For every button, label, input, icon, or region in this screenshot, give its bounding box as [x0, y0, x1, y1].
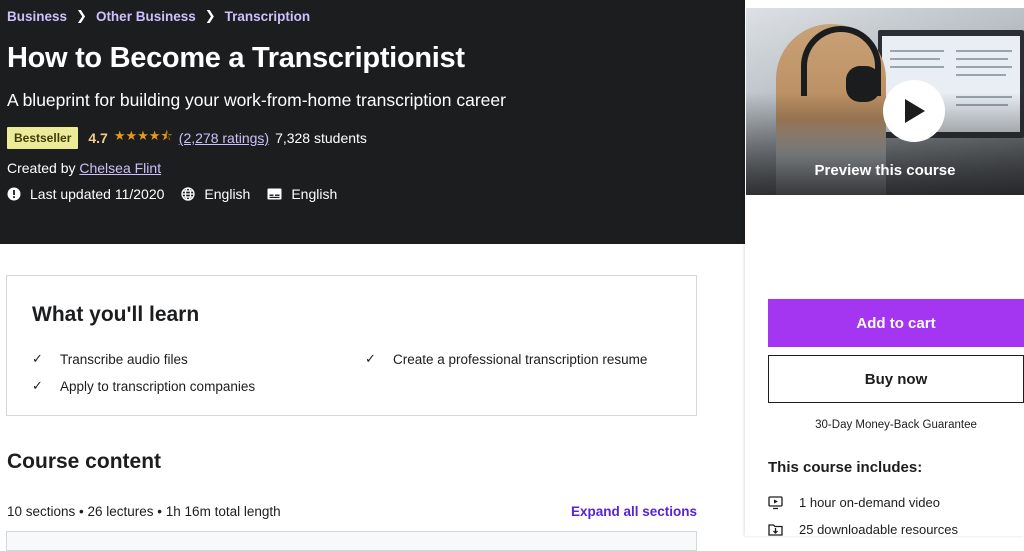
play-button[interactable] — [883, 80, 945, 142]
purchase-sidebar: Preview this course Add to cart Buy now … — [745, 0, 1024, 537]
course-section-row[interactable] — [6, 531, 697, 551]
breadcrumb-business[interactable]: Business — [7, 9, 67, 24]
preview-course-label: Preview this course — [814, 162, 956, 179]
money-back-guarantee: 30-Day Money-Back Guarantee — [815, 419, 977, 431]
learn-title: What you'll learn — [32, 303, 200, 326]
rating-value: 4.7 — [88, 130, 108, 146]
chevron-right-icon: ❯ — [76, 8, 87, 23]
rating-row: Bestseller 4.7 ★★★★⯪ (2,278 ratings) 7,3… — [7, 127, 367, 149]
instructor-link[interactable]: Chelsea Flint — [79, 160, 161, 176]
includes-item: 25 downloadable resources — [768, 516, 958, 543]
star-rating-icon: ★★★★⯪ — [113, 128, 173, 143]
check-icon: ✓ — [32, 378, 43, 393]
buy-now-button[interactable]: Buy now — [768, 355, 1024, 403]
check-icon: ✓ — [32, 351, 43, 366]
learn-item: ✓ Create a professional transcription re… — [365, 351, 648, 367]
last-updated: Last updated 11/2020 — [7, 186, 164, 202]
course-content-summary: 10 sections • 26 lectures • 1h 16m total… — [7, 504, 281, 519]
chevron-right-icon: ❯ — [204, 8, 216, 23]
learn-item: ✓ Transcribe audio files — [32, 351, 188, 367]
what-youll-learn-box: What you'll learn ✓ Transcribe audio fil… — [6, 275, 697, 416]
language: English — [181, 186, 250, 202]
course-content-title: Course content — [7, 450, 162, 473]
add-to-cart-button[interactable]: Add to cart — [768, 299, 1024, 347]
created-by: Created by Chelsea Flint — [7, 160, 161, 176]
includes-item: 1 hour on-demand video — [768, 489, 958, 516]
expand-all-sections-button[interactable]: Expand all sections — [571, 504, 697, 519]
breadcrumb-transcription[interactable]: Transcription — [225, 9, 311, 24]
breadcrumb-other-business[interactable]: Other Business — [96, 9, 196, 24]
course-preview[interactable]: Preview this course — [746, 8, 1024, 195]
closed-captions-icon — [267, 188, 282, 200]
download-folder-icon — [768, 524, 783, 536]
learn-item: ✓ Apply to transcription companies — [32, 378, 256, 394]
course-title: How to Become a Transcriptionist — [7, 42, 465, 74]
captions: English — [267, 186, 337, 202]
includes-list: 1 hour on-demand video 25 downloadable r… — [768, 489, 958, 543]
created-by-label: Created by — [7, 160, 76, 176]
globe-icon — [181, 187, 196, 201]
includes-title: This course includes: — [768, 459, 923, 476]
alert-badge-icon — [7, 187, 21, 201]
video-icon — [768, 495, 783, 509]
breadcrumb: Business ❯ Other Business ❯ Transcriptio… — [7, 8, 310, 24]
check-icon: ✓ — [365, 351, 376, 366]
course-subtitle: A blueprint for building your work-from-… — [7, 90, 506, 110]
students-count: 7,328 students — [275, 130, 367, 146]
play-icon — [905, 99, 925, 123]
bestseller-badge: Bestseller — [7, 127, 79, 149]
course-meta: Last updated 11/2020 English English — [7, 186, 354, 202]
ratings-count-link[interactable]: (2,278 ratings) — [179, 130, 269, 146]
